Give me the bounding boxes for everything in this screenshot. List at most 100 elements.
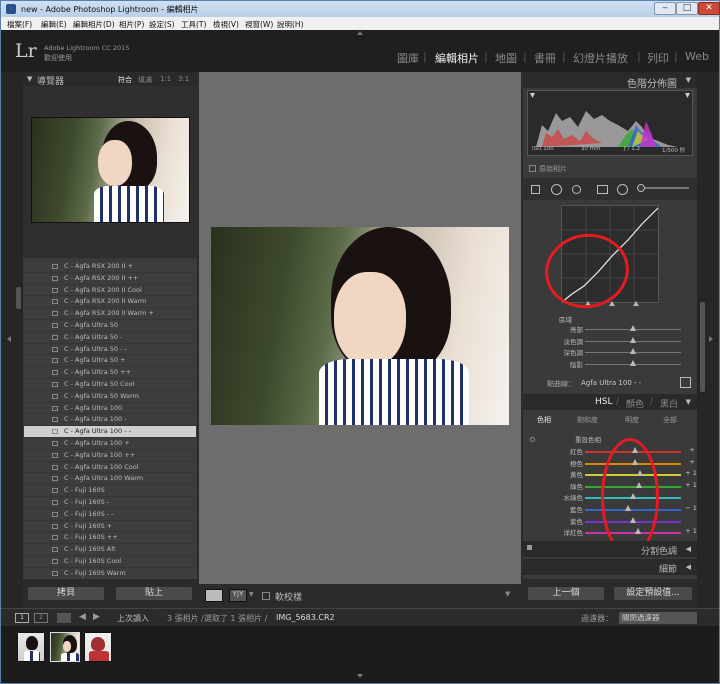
radial-filter-icon[interactable] — [617, 184, 628, 195]
minimize-button[interactable]: ‒ — [654, 2, 676, 15]
filmstrip-source[interactable]: 上次讀入 — [117, 613, 149, 624]
preset-item[interactable]: C - Agfa Ultra 50 — [24, 320, 196, 332]
menu-tools[interactable]: 工具(T) — [181, 19, 206, 30]
preset-item[interactable]: C - Fuji 160S - - — [24, 509, 196, 521]
tab-color[interactable]: 顏色 — [626, 397, 644, 410]
menu-file[interactable]: 檔案(F) — [7, 19, 32, 30]
main-photo[interactable] — [211, 227, 509, 425]
subtab-luminance[interactable]: 明度 — [625, 415, 639, 425]
previous-button[interactable]: 上一個 — [527, 586, 605, 601]
subtab-saturation[interactable]: 飽和度 — [577, 415, 598, 425]
histogram-header[interactable]: 色階分佈圖 ▼ — [523, 72, 697, 90]
filmstrip-thumb-selected[interactable] — [50, 632, 80, 662]
preset-item[interactable]: C - Agfa Ultra 100 Cool — [24, 462, 196, 474]
preset-item[interactable]: C - Agfa RSX 200 II Cool — [24, 285, 196, 297]
filmstrip-thumb[interactable] — [84, 632, 112, 662]
red-eye-icon[interactable] — [572, 185, 581, 194]
filmstrip-filename[interactable]: IMG_5683.CR2 — [276, 613, 335, 622]
close-button[interactable]: ✕ — [698, 2, 720, 15]
preset-item[interactable]: C - Agfa Ultra 50 Warm — [24, 391, 196, 403]
module-map[interactable]: 地圖 — [495, 50, 517, 66]
preset-item[interactable]: C - Agfa RSX 200 II Warm — [24, 296, 196, 309]
preset-item[interactable]: C - Agfa Ultra 100 - — [24, 414, 196, 427]
preset-item[interactable]: C - Fuji 160S Warm — [24, 568, 196, 579]
panel-switch-icon[interactable] — [527, 545, 532, 550]
collapse-top-arrow-icon[interactable] — [357, 31, 363, 35]
crop-tool-icon[interactable] — [531, 185, 540, 194]
slider-knob[interactable] — [630, 336, 636, 343]
subtab-all[interactable]: 全部 — [663, 415, 677, 425]
slider-knob[interactable] — [630, 359, 636, 366]
menu-settings[interactable]: 設定(S) — [149, 19, 175, 30]
preset-item[interactable]: C - Fuji 160S ++ — [24, 532, 196, 545]
back-arrow-icon[interactable]: ◀ — [79, 612, 86, 622]
preset-item[interactable]: C - Agfa Ultra 100 + — [24, 438, 196, 450]
tab-bw[interactable]: 黑白 — [660, 397, 678, 410]
brush-icon[interactable] — [637, 184, 645, 192]
preset-item[interactable]: C - Agfa RSX 200 II Warm + — [24, 308, 196, 320]
subtab-hue[interactable]: 色相 — [537, 415, 551, 425]
graduated-filter-icon[interactable] — [597, 185, 608, 194]
grid-icon[interactable] — [57, 613, 71, 623]
page-1-button[interactable]: 1 — [15, 613, 29, 623]
menu-view[interactable]: 檢視(V) — [213, 19, 239, 30]
menu-window[interactable]: 視窗(W) — [245, 19, 273, 30]
preset-item[interactable]: C - Fuji 160S Cool — [24, 556, 196, 568]
preset-item[interactable]: C - Agfa Ultra 100 Warm — [24, 473, 196, 486]
point-curve-select[interactable]: Agfa Ultra 100 - - — [581, 379, 641, 387]
zoom-1-1[interactable]: 1:1 — [160, 75, 171, 83]
reset-button[interactable]: 設定預設值... — [613, 586, 693, 601]
module-book[interactable]: 書冊 — [534, 50, 556, 66]
preset-item[interactable]: C - Agfa Ultra 100 - - — [24, 426, 196, 438]
copy-button[interactable]: 拷貝 — [27, 586, 105, 601]
preset-item[interactable]: C - Agfa RSX 200 II + — [24, 261, 196, 273]
original-photo-checkbox[interactable] — [529, 165, 536, 172]
right-scroll-handle[interactable] — [700, 302, 705, 392]
menu-develop[interactable]: 編輯相片(D) — [73, 19, 115, 30]
module-slideshow[interactable]: 幻燈片播放 — [573, 50, 628, 66]
target-adjust-icon[interactable] — [530, 437, 535, 442]
collapse-right-arrow-icon[interactable] — [709, 336, 713, 342]
brush-slider[interactable] — [639, 187, 689, 189]
menu-help[interactable]: 說明(H) — [277, 19, 304, 30]
navigator-preview[interactable] — [31, 117, 190, 223]
preset-item[interactable]: C - Agfa Ultra 100 ++ — [24, 450, 196, 462]
zoom-fit[interactable]: 符合 — [118, 75, 132, 85]
filter-select[interactable]: 關閉過濾器 — [619, 612, 697, 624]
paste-button[interactable]: 貼上 — [115, 586, 193, 601]
maximize-button[interactable]: □ — [676, 2, 698, 15]
before-after-icon[interactable]: Y|Y — [229, 589, 247, 602]
split-toning-header[interactable]: 分割色調 ◀ — [523, 541, 697, 557]
slider-knob[interactable] — [630, 325, 636, 331]
histogram[interactable]: ISO 100 30 mm ƒ / 1.2 1/500 秒 — [527, 90, 693, 156]
collapse-bottom-arrow-icon[interactable] — [357, 674, 363, 678]
collapse-left-arrow-icon[interactable] — [7, 336, 11, 342]
left-scroll-handle[interactable] — [16, 287, 21, 309]
module-print[interactable]: 列印 — [647, 50, 669, 66]
navigator-header[interactable]: ▼ 導覽器 符合 填滿 1:1 3:1 — [23, 72, 197, 87]
dropdown-arrow-icon[interactable]: ▼ — [249, 591, 254, 598]
zoom-fill[interactable]: 填滿 — [138, 75, 152, 85]
split-point-highlights[interactable] — [633, 301, 639, 306]
preset-item[interactable]: C - Fuji 160S — [24, 485, 196, 497]
loupe-view-icon[interactable] — [205, 589, 223, 602]
zoom-3-1[interactable]: 3:1 — [178, 75, 189, 83]
preset-item[interactable]: C - Agfa Ultra 50 ++ — [24, 367, 196, 379]
preset-item[interactable]: C - Agfa RSX 200 II ++ — [24, 273, 196, 285]
preset-item[interactable]: C - Agfa Ultra 50 + — [24, 355, 196, 368]
tab-hsl[interactable]: HSL — [595, 397, 613, 407]
menu-edit[interactable]: 編輯(E) — [41, 19, 67, 30]
curve-edit-icon[interactable] — [680, 377, 691, 388]
split-point-midtones[interactable] — [609, 301, 615, 306]
preset-item[interactable]: C - Agfa Ultra 100 — [24, 403, 196, 415]
filmstrip-thumb[interactable] — [17, 632, 45, 662]
toolbar-menu-arrow-icon[interactable]: ▼ — [505, 590, 510, 598]
page-2-button[interactable]: 2 — [34, 613, 48, 623]
forward-arrow-icon[interactable]: ▶ — [93, 612, 100, 622]
menu-photo[interactable]: 相片(P) — [119, 19, 144, 30]
preset-item[interactable]: C - Agfa Ultra 50 - — [24, 332, 196, 344]
detail-header[interactable]: 細節 ◀ — [523, 559, 697, 575]
slider-knob[interactable] — [630, 348, 636, 354]
module-library[interactable]: 圖庫 — [397, 50, 419, 66]
preset-item[interactable]: C - Fuji 160S Alt — [24, 544, 196, 556]
